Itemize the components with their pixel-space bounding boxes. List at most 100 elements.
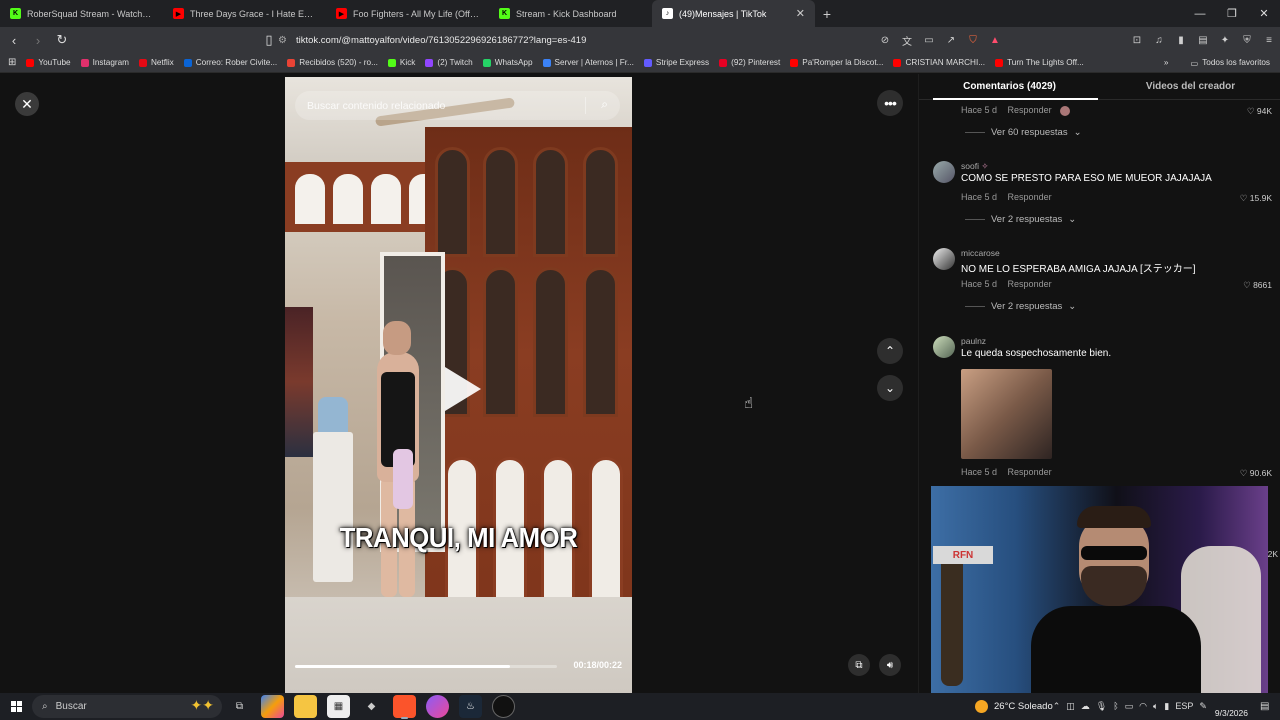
recording-app-icon[interactable] xyxy=(492,695,515,718)
play-icon[interactable] xyxy=(445,367,481,411)
avatar[interactable] xyxy=(933,248,955,270)
back-icon[interactable]: ‹ xyxy=(4,30,24,50)
brave-rewards-icon[interactable]: ▲ xyxy=(984,30,1006,50)
cast-icon[interactable]: ▭ xyxy=(918,30,940,50)
more-options-button[interactable]: ••• xyxy=(877,90,903,116)
comment-username[interactable]: miccarose xyxy=(961,248,1000,258)
leo-icon[interactable]: ✦ xyxy=(1214,30,1236,50)
volume-icon[interactable]: 🔊︎ xyxy=(879,654,901,676)
browser-tab[interactable]: K RoberSquad Stream - Watch Live xyxy=(0,0,163,27)
speaker-icon[interactable]: 🔈︎ xyxy=(1153,701,1158,712)
heart-icon[interactable]: ♡ xyxy=(1240,193,1250,203)
cloud-icon[interactable]: ☁ xyxy=(1081,701,1090,712)
comment-username[interactable]: soofi ✧ xyxy=(961,161,988,172)
clock-date[interactable]: 9/3/2026 xyxy=(1215,708,1248,718)
video-player[interactable]: Buscar contenido relacionado ⌕ TRANQUI, … xyxy=(285,77,632,693)
bookmark-item[interactable]: (2) Twitch xyxy=(425,58,473,67)
bookmark-item[interactable]: YouTube xyxy=(26,58,71,67)
restore-icon[interactable]: ❐ xyxy=(1216,0,1248,27)
reload-icon[interactable]: ↻ xyxy=(52,30,72,50)
media-icon[interactable]: ♫ xyxy=(1148,30,1170,50)
bookmark-item[interactable]: Turn The Lights Off... xyxy=(995,58,1084,67)
brave-shield-icon[interactable]: ⛉ xyxy=(962,30,984,50)
share-icon[interactable]: ↗ xyxy=(940,30,962,50)
all-favorites[interactable]: » ▭ Todos los favoritos xyxy=(1164,58,1270,68)
bookmark-item[interactable]: (92) Pinterest xyxy=(719,58,780,67)
vpn-icon[interactable]: ⛨ xyxy=(1236,30,1258,50)
bookmark-item[interactable]: WhatsApp xyxy=(482,58,533,67)
related-search-input[interactable]: Buscar contenido relacionado ⌕ xyxy=(295,91,620,120)
battery-icon[interactable]: ▮ xyxy=(1164,701,1169,712)
heart-icon[interactable]: ♡ xyxy=(1247,106,1257,116)
reply-button[interactable]: Responder xyxy=(1008,192,1052,202)
wallet-icon[interactable]: ▤ xyxy=(1192,30,1214,50)
tab-comments[interactable]: Comentarios (4029) xyxy=(919,74,1100,100)
like-count[interactable]: ♡ 94K xyxy=(1247,106,1272,117)
avatar[interactable] xyxy=(933,336,955,358)
close-window-icon[interactable]: ✕ xyxy=(1248,0,1280,27)
like-count[interactable]: ♡ 8661 xyxy=(1243,280,1272,291)
search-icon[interactable]: ⌕ xyxy=(601,97,608,112)
translate-icon[interactable]: 文 xyxy=(896,30,918,50)
store-icon[interactable]: ▦ xyxy=(327,695,350,718)
weather-widget[interactable]: 26°C Soleado xyxy=(975,693,1053,720)
pen-icon[interactable]: ✎ xyxy=(1199,701,1207,712)
bookmark-item[interactable]: Server | Aternos | Fr... xyxy=(542,58,634,67)
comment-username[interactable]: paulnz xyxy=(961,336,986,346)
view-replies[interactable]: Ver 2 respuestas ⌄ xyxy=(965,301,1076,312)
wifi-icon[interactable]: ◠ xyxy=(1139,701,1147,712)
bookmark-item[interactable]: Pa'Romper la Discot... xyxy=(790,58,883,67)
bookmark-item[interactable]: Correo: Rober Civite... xyxy=(183,58,277,67)
reader-icon[interactable]: ⊘ xyxy=(874,30,896,50)
view-replies[interactable]: Ver 2 respuestas ⌄ xyxy=(965,214,1076,225)
tab-creator-videos[interactable]: Videos del creador xyxy=(1100,74,1280,99)
steam-icon[interactable]: ♨ xyxy=(459,695,482,718)
task-view-icon[interactable]: ⧉ xyxy=(228,695,251,718)
browser-tab[interactable]: ▶ Three Days Grace - I Hate Everything xyxy=(163,0,326,27)
previous-video-button[interactable]: ⌃ xyxy=(877,338,903,364)
display-icon[interactable]: ▭ xyxy=(1125,701,1134,712)
pip-icon[interactable]: ⧉ xyxy=(848,654,870,676)
notification-icon[interactable]: ▤ xyxy=(1260,701,1274,712)
start-button[interactable] xyxy=(0,693,32,720)
app-icon[interactable]: ◆ xyxy=(360,695,383,718)
bookmark-item[interactable]: Instagram xyxy=(80,58,129,67)
sidebar-icon[interactable]: ▮ xyxy=(1170,30,1192,50)
bluetooth-icon[interactable]: ᛒ xyxy=(1113,701,1118,712)
video-progress-bar[interactable] xyxy=(295,665,557,668)
forward-icon[interactable]: › xyxy=(28,30,48,50)
reply-button[interactable]: Responder xyxy=(1008,105,1052,115)
file-explorer-icon[interactable] xyxy=(294,695,317,718)
browser-tab[interactable]: K Stream - Kick Dashboard xyxy=(489,0,652,27)
reply-button[interactable]: Responder xyxy=(1008,467,1052,477)
language-indicator[interactable]: ESP xyxy=(1175,701,1193,712)
reply-button[interactable]: Responder xyxy=(1008,279,1052,289)
chevron-up-icon[interactable]: ⌃ xyxy=(1053,701,1061,712)
bookmark-item[interactable]: Kick xyxy=(387,58,415,67)
menu-icon[interactable]: ≡ xyxy=(1258,30,1280,50)
bookmark-item[interactable]: Stripe Express xyxy=(643,58,709,67)
brave-browser-icon[interactable] xyxy=(393,695,416,719)
close-video-button[interactable]: ✕ xyxy=(15,92,39,116)
obs-icon[interactable] xyxy=(426,695,449,718)
bookmark-item[interactable]: Recibidos (520) - ro... xyxy=(287,58,378,67)
avatar[interactable] xyxy=(933,161,955,183)
browser-tab[interactable]: ▶ Foo Fighters - All My Life (Official HD xyxy=(326,0,489,27)
bookmark-page-icon[interactable]: ▯ xyxy=(259,30,279,50)
new-tab-button[interactable]: + xyxy=(815,0,839,27)
taskbar-search[interactable]: ⌕ Buscar ✦✦ xyxy=(32,695,222,718)
comment-image[interactable] xyxy=(961,369,1052,459)
screenshot-icon[interactable]: ⊡ xyxy=(1126,30,1148,50)
heart-icon[interactable]: ♡ xyxy=(1243,280,1253,290)
bookmark-item[interactable]: CRISTIAN MARCHI... xyxy=(893,58,985,67)
like-count[interactable]: ♡ 90.6K xyxy=(1240,468,1272,479)
close-tab-icon[interactable]: ✕ xyxy=(796,7,805,20)
heart-icon[interactable]: ♡ xyxy=(1240,468,1250,478)
browser-tab[interactable]: ♪ (49)Mensajes | TikTok ✕ xyxy=(652,0,815,27)
next-video-button[interactable]: ⌄ xyxy=(877,375,903,401)
chevron-right-icon[interactable]: » xyxy=(1164,58,1169,67)
microphone-icon[interactable]: 🎙︎ xyxy=(1096,701,1107,712)
minimize-icon[interactable]: — xyxy=(1184,0,1216,27)
bookmark-item[interactable]: Netflix xyxy=(138,58,174,67)
copilot-icon[interactable] xyxy=(261,695,284,718)
